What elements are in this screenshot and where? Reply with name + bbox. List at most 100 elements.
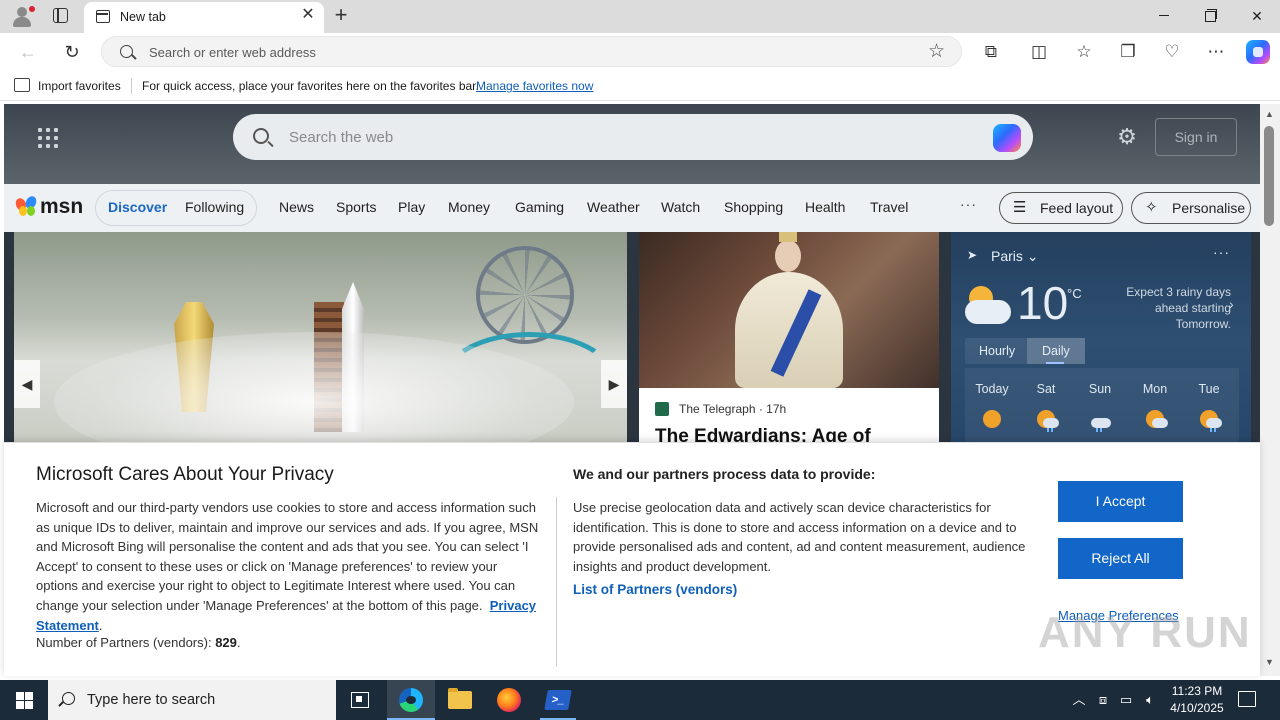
nav-item-shopping[interactable]: Shopping	[724, 199, 783, 215]
edge-taskbar-button[interactable]	[387, 680, 435, 720]
refresh-button[interactable]: ↻	[59, 39, 85, 65]
tab-hourly[interactable]: Hourly	[979, 344, 1015, 358]
scroll-down-icon[interactable]: ▼	[1265, 657, 1274, 667]
file-explorer-taskbar-button[interactable]	[436, 680, 484, 720]
nav-item-money[interactable]: Money	[448, 199, 490, 215]
restore-button[interactable]	[1187, 0, 1233, 32]
edge-icon	[399, 688, 423, 712]
forecast-day[interactable]: Sun	[1075, 382, 1125, 396]
tab-actions-icon[interactable]	[53, 8, 68, 23]
folder-icon	[448, 688, 472, 709]
task-view-button[interactable]	[336, 680, 384, 720]
forecast-day[interactable]: Tue	[1184, 382, 1234, 396]
volume-icon[interactable]: 🔈︎	[1141, 680, 1159, 720]
address-bar[interactable]: Search or enter web address ☆	[101, 36, 962, 67]
close-window-button[interactable]: ✕	[1234, 0, 1280, 32]
taskbar-search-input[interactable]: Type here to search	[87, 692, 215, 708]
windows-start-icon[interactable]	[16, 692, 33, 709]
manage-favorites-link[interactable]: Manage favorites now	[476, 79, 593, 93]
nav-item-gaming[interactable]: Gaming	[515, 199, 564, 215]
msn-logo[interactable]: msn	[13, 194, 84, 220]
import-favorites-button[interactable]: Import favorites	[38, 79, 121, 93]
privacy-divider	[556, 497, 557, 667]
copilot-icon[interactable]	[993, 124, 1021, 152]
weather-location[interactable]: Paris ⌄	[991, 248, 1039, 265]
extensions-icon[interactable]: ⧉	[980, 41, 1002, 63]
nav-item-health[interactable]: Health	[805, 199, 845, 215]
vendors-link[interactable]: List of Partners (vendors)	[573, 582, 737, 597]
partners-count: Number of Partners (vendors): 829.	[36, 635, 241, 650]
privacy-purposes: Use precise geolocation data and activel…	[573, 500, 1026, 574]
import-favorites-icon[interactable]	[14, 78, 30, 92]
new-tab-button[interactable]: +	[330, 4, 352, 26]
gear-icon[interactable]: ⚙	[1116, 126, 1138, 148]
nav-more-icon[interactable]: ···	[960, 196, 977, 212]
carousel-next-icon[interactable]: ▶	[601, 360, 627, 408]
reject-all-button[interactable]: Reject All	[1058, 538, 1183, 579]
profile-avatar-icon[interactable]	[10, 4, 35, 28]
apps-grid-icon[interactable]	[38, 128, 58, 148]
privacy-title: Microsoft Cares About Your Privacy	[36, 464, 334, 485]
web-search-box[interactable]: Search the web	[233, 114, 1033, 160]
show-hidden-icons-icon[interactable]: ︿	[1070, 680, 1088, 720]
powershell-taskbar-button[interactable]: >_	[534, 680, 582, 720]
nav-item-news[interactable]: News	[279, 199, 314, 215]
favorites-icon[interactable]: ☆	[1073, 41, 1095, 63]
nav-item-watch[interactable]: Watch	[661, 199, 700, 215]
carousel-prev-icon[interactable]: ◀	[14, 360, 40, 408]
favorite-star-icon[interactable]: ☆	[928, 40, 945, 63]
sign-in-button[interactable]: Sign in	[1155, 118, 1237, 156]
nav-item-weather[interactable]: Weather	[587, 199, 640, 215]
chevron-right-icon[interactable]: ›	[1229, 296, 1234, 312]
sunny-icon	[981, 410, 1003, 432]
butterfly-logo-icon	[13, 194, 39, 218]
rain-sun-icon	[1198, 410, 1222, 432]
scroll-thumb[interactable]	[1264, 126, 1274, 226]
personalise-button[interactable]: ✧ Personalise	[1131, 192, 1251, 224]
browser-essentials-icon[interactable]: ♡	[1161, 41, 1183, 63]
copilot-icon[interactable]	[1246, 40, 1270, 64]
telegraph-logo-icon	[655, 402, 669, 416]
address-input[interactable]: Search or enter web address	[149, 45, 316, 60]
search-icon	[62, 692, 75, 705]
clock-date[interactable]: 4/10/2025	[1162, 701, 1232, 715]
forecast-day[interactable]: Mon	[1130, 382, 1180, 396]
feed-layout-button[interactable]: ☰ Feed layout	[999, 192, 1123, 224]
nav-item-sports[interactable]: Sports	[336, 199, 376, 215]
minimize-button[interactable]	[1141, 0, 1187, 32]
msn-logo-text: msn	[40, 195, 84, 218]
hero-carousel[interactable]: ◀ ▶	[14, 232, 627, 447]
collections-icon[interactable]: ❐	[1117, 41, 1139, 63]
location-arrow-icon: ➤	[967, 248, 978, 262]
tab-following[interactable]: Following	[185, 199, 244, 215]
nav-item-play[interactable]: Play	[398, 199, 425, 215]
network-icon[interactable]: ▭	[1117, 680, 1135, 720]
forecast-day[interactable]: Sat	[1021, 382, 1071, 396]
scroll-up-icon[interactable]: ▲	[1265, 109, 1274, 119]
nav-item-travel[interactable]: Travel	[870, 199, 908, 215]
weather-unit[interactable]: °C	[1067, 286, 1082, 301]
favorites-bar: Import favorites For quick access, place…	[0, 71, 1280, 101]
accept-button[interactable]: I Accept	[1058, 481, 1183, 522]
taskbar-search[interactable]: Type here to search	[48, 680, 336, 720]
clock-time[interactable]: 11:23 PM	[1162, 684, 1232, 698]
settings-more-icon[interactable]: ⋯	[1205, 41, 1227, 63]
split-screen-icon[interactable]: ◫	[1028, 41, 1050, 63]
close-tab-icon[interactable]: ✕	[300, 7, 316, 23]
web-search-input[interactable]: Search the web	[289, 129, 393, 146]
back-button[interactable]: ←	[15, 39, 41, 65]
tab-daily[interactable]: Daily	[1042, 344, 1070, 358]
tab-new-tab[interactable]: New tab ✕	[84, 2, 324, 33]
title-bar: New tab ✕ + ✕	[0, 0, 1280, 33]
notifications-icon[interactable]	[1238, 691, 1256, 707]
forecast-day[interactable]: Today	[967, 382, 1017, 396]
weather-card[interactable]: ➤ Paris ⌄ ··· 10 °C Expect 3 rainy days …	[951, 232, 1251, 447]
news-card-image	[639, 232, 939, 388]
firefox-taskbar-button[interactable]	[485, 680, 533, 720]
page-scrollbar[interactable]: ▲ ▼	[1260, 104, 1280, 676]
device-icon[interactable]: ⧈	[1094, 680, 1112, 720]
news-card[interactable]: The Telegraph · 17h The Edwardians: Age …	[639, 232, 939, 447]
tab-discover[interactable]: Discover	[108, 199, 167, 215]
weather-more-icon[interactable]: ···	[1213, 244, 1230, 260]
weather-forecast-text[interactable]: Expect 3 rainy days ahead starting Tomor…	[1099, 284, 1231, 332]
